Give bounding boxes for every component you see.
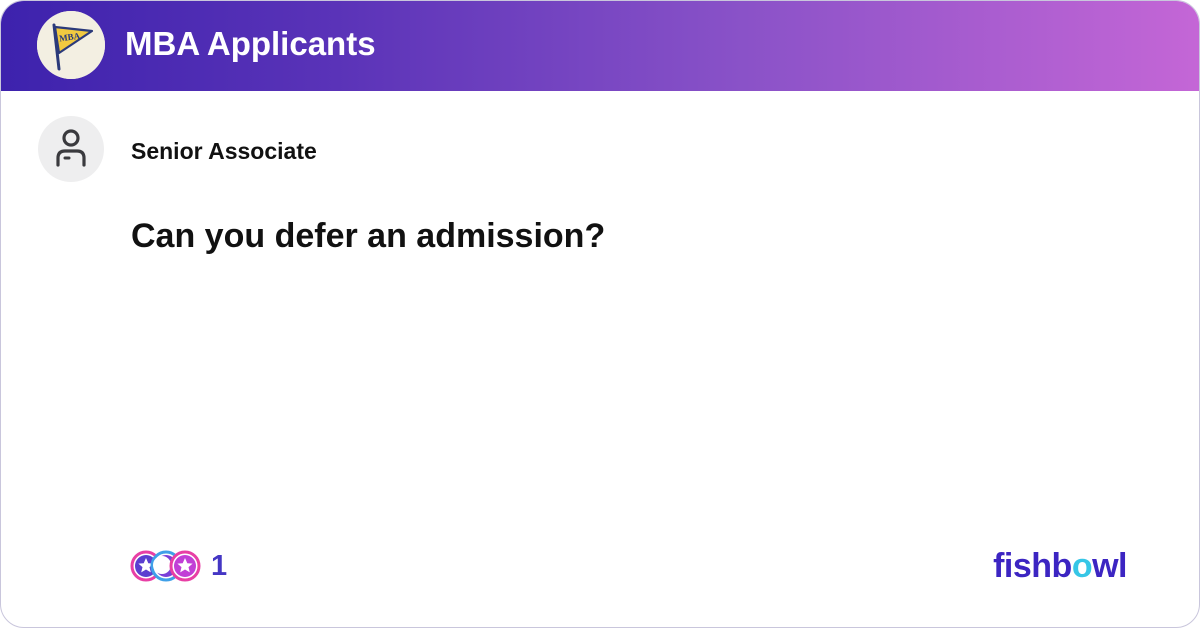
author-title: Senior Associate [131,138,317,164]
user-avatar[interactable] [38,116,104,182]
reaction-badges[interactable] [129,549,201,583]
fishbowl-logo[interactable]: fishbowl [993,546,1127,586]
person-icon [56,129,86,167]
brand-suffix: wl [1092,547,1127,585]
star-badge-icon [169,550,201,582]
reaction-count[interactable]: 1 [211,550,227,582]
brand-accent: o [1071,547,1093,585]
brand-prefix: fishb [993,547,1072,585]
group-title[interactable]: MBA Applicants [125,23,376,65]
group-header: MBA MBA Applicants [1,1,1199,91]
pennant-flag-icon: MBA [37,11,105,79]
post-card: MBA MBA Applicants Senior Associate Can … [0,0,1200,628]
group-avatar[interactable]: MBA [37,11,105,79]
post-question[interactable]: Can you defer an admission? [131,214,605,258]
